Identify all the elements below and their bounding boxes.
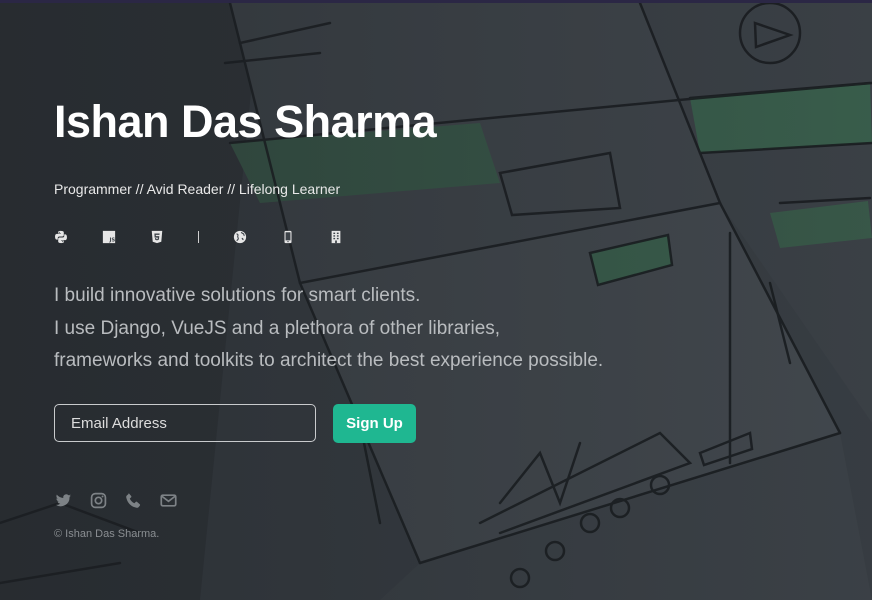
- page-title: Ishan Das Sharma: [54, 96, 437, 147]
- phone-icon[interactable]: [124, 491, 142, 509]
- intro-line: frameworks and toolkits to architect the…: [54, 350, 604, 371]
- python-icon: [54, 229, 68, 245]
- copyright-text: © Ishan Das Sharma.: [54, 528, 160, 540]
- icon-separator: [198, 231, 199, 243]
- intro-line: I use Django, VueJS and a plethora of ot…: [54, 317, 501, 339]
- building-icon: [329, 229, 343, 245]
- intro-line: I build innovative solutions for smart c…: [54, 285, 421, 306]
- html5-icon: [150, 229, 164, 245]
- mail-icon[interactable]: [159, 491, 177, 509]
- email-input[interactable]: [54, 404, 316, 442]
- tech-icons-row: JS: [54, 229, 377, 245]
- svg-text:JS: JS: [108, 237, 115, 243]
- instagram-icon[interactable]: [89, 491, 107, 509]
- twitter-icon[interactable]: [54, 491, 72, 509]
- globe-icon: [233, 229, 247, 245]
- javascript-icon: JS: [102, 229, 116, 245]
- social-links: [54, 491, 194, 509]
- mobile-icon: [281, 229, 295, 245]
- tagline: Programmer // Avid Reader // Lifelong Le…: [54, 181, 341, 197]
- intro-paragraph: I build innovative solutions for smart c…: [54, 280, 603, 378]
- signup-button[interactable]: Sign Up: [333, 404, 416, 443]
